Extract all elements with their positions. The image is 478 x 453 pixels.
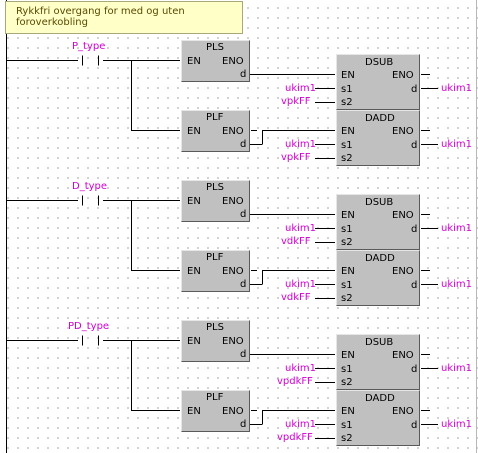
pin-en: EN (341, 126, 355, 137)
pin-eno: ENO (392, 210, 414, 221)
pin-en: EN (341, 406, 355, 417)
dadd-block[interactable]: DADD EN ENO s1 d s2 (336, 390, 420, 446)
comment-line-1: Rykkfri overgang for med og uten (16, 6, 185, 17)
pin-eno: ENO (222, 336, 244, 347)
pin-d: d (240, 139, 247, 150)
dadd-s1-variable[interactable]: ukim1 (285, 279, 316, 290)
contact-label[interactable]: PD_type (68, 321, 109, 333)
pin-en: EN (187, 196, 201, 207)
pin-en: EN (341, 350, 355, 361)
block-name: PLF (206, 392, 224, 403)
dsub-s1-variable[interactable]: ukim1 (285, 83, 316, 94)
pin-en: EN (341, 210, 355, 221)
block-name: DADD (365, 113, 395, 124)
dadd-d-variable[interactable]: ukim1 (441, 279, 472, 290)
plf-block[interactable]: PLF EN ENO d (181, 390, 250, 432)
pin-s2: s2 (341, 293, 353, 304)
dadd-s2-variable[interactable]: vpkFF (281, 152, 311, 163)
dsub-d-variable[interactable]: ukim1 (441, 83, 472, 94)
dadd-d-variable[interactable]: ukim1 (441, 419, 472, 430)
pin-d: d (240, 279, 247, 290)
pin-d: d (411, 84, 418, 95)
pin-d: d (411, 364, 418, 375)
rung-comment[interactable]: Rykkfri overgang for med og uten forover… (5, 1, 243, 34)
pin-eno: ENO (222, 266, 244, 277)
dsub-d-variable[interactable]: ukim1 (441, 223, 472, 234)
pin-eno: ENO (392, 406, 414, 417)
pin-en: EN (187, 406, 201, 417)
pin-eno: ENO (392, 70, 414, 81)
block-name: DADD (365, 393, 395, 404)
block-name: PLS (206, 322, 224, 333)
dadd-d-variable[interactable]: ukim1 (441, 139, 472, 150)
dsub-s2-variable[interactable]: vdkFF (281, 236, 311, 247)
pin-en: EN (187, 336, 201, 347)
pin-s1: s1 (341, 420, 353, 431)
pin-d: d (240, 69, 247, 80)
pin-eno: ENO (222, 56, 244, 67)
pin-en: EN (187, 126, 201, 137)
pin-d: d (411, 420, 418, 431)
pin-d: d (411, 140, 418, 151)
block-name: PLS (206, 42, 224, 53)
block-name: PLS (206, 182, 224, 193)
pin-s2: s2 (341, 433, 353, 444)
pin-s1: s1 (341, 224, 353, 235)
pin-en: EN (341, 70, 355, 81)
pin-d: d (240, 419, 247, 430)
contact-label[interactable]: P_type (72, 41, 105, 53)
dsub-s2-variable[interactable]: vpkFF (281, 96, 311, 107)
pin-s1: s1 (341, 280, 353, 291)
dsub-block[interactable]: DSUB EN ENO s1 d s2 (336, 194, 420, 250)
dadd-s1-variable[interactable]: ukim1 (285, 139, 316, 150)
pin-eno: ENO (392, 266, 414, 277)
pin-s2: s2 (341, 237, 353, 248)
dadd-s2-variable[interactable]: vdkFF (281, 292, 311, 303)
pin-s1: s1 (341, 84, 353, 95)
dadd-s2-variable[interactable]: vpdkFF (277, 432, 313, 443)
dsub-block[interactable]: DSUB EN ENO s1 d s2 (336, 54, 420, 110)
pin-d: d (411, 224, 418, 235)
pin-d: d (240, 349, 247, 360)
plf-block[interactable]: PLF EN ENO d (181, 110, 250, 152)
plf-block[interactable]: PLF EN ENO d (181, 250, 250, 292)
block-name: DSUB (365, 197, 394, 208)
pin-en: EN (187, 266, 201, 277)
contact-label[interactable]: D_type (72, 181, 107, 193)
comment-line-2: foroverkobling (16, 17, 88, 28)
pin-eno: ENO (392, 350, 414, 361)
dsub-d-variable[interactable]: ukim1 (441, 363, 472, 374)
pin-en: EN (187, 56, 201, 67)
pin-s2: s2 (341, 153, 353, 164)
pin-en: EN (341, 266, 355, 277)
pin-eno: ENO (222, 126, 244, 137)
pin-s2: s2 (341, 377, 353, 388)
block-name: PLF (206, 252, 224, 263)
pin-d: d (411, 280, 418, 291)
dsub-block[interactable]: DSUB EN ENO s1 d s2 (336, 334, 420, 390)
pin-s2: s2 (341, 97, 353, 108)
pls-block[interactable]: PLS EN ENO d (181, 320, 250, 362)
pls-block[interactable]: PLS EN ENO d (181, 180, 250, 222)
ladder-editor-canvas[interactable]: Rykkfri overgang for med og uten forover… (0, 0, 478, 453)
pin-s1: s1 (341, 364, 353, 375)
pls-block[interactable]: PLS EN ENO d (181, 40, 250, 82)
dsub-s1-variable[interactable]: ukim1 (285, 223, 316, 234)
dadd-block[interactable]: DADD EN ENO s1 d s2 (336, 110, 420, 166)
pin-eno: ENO (222, 196, 244, 207)
block-name: DSUB (365, 57, 394, 68)
dadd-s1-variable[interactable]: ukim1 (285, 419, 316, 430)
pin-s1: s1 (341, 140, 353, 151)
block-name: DADD (365, 253, 395, 264)
pin-eno: ENO (222, 406, 244, 417)
dsub-s1-variable[interactable]: ukim1 (285, 363, 316, 374)
dadd-block[interactable]: DADD EN ENO s1 d s2 (336, 250, 420, 306)
block-name: PLF (206, 112, 224, 123)
block-name: DSUB (365, 337, 394, 348)
dsub-s2-variable[interactable]: vpdkFF (277, 376, 313, 387)
pin-d: d (240, 209, 247, 220)
pin-eno: ENO (392, 126, 414, 137)
